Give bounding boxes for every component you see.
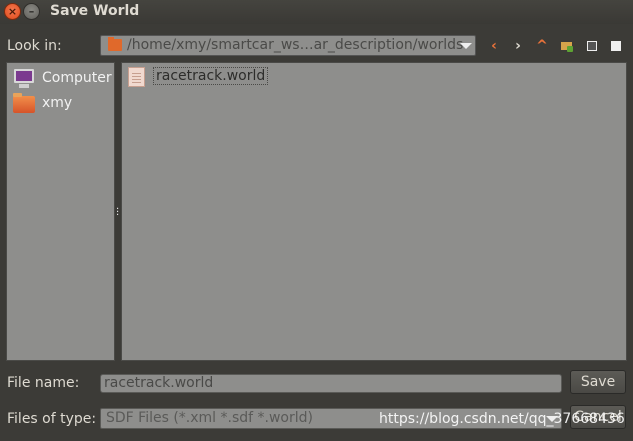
close-button[interactable]: × [4,3,21,20]
file-list[interactable]: racetrack.world [121,62,627,361]
places-sidebar: Computer xmy [6,62,115,361]
sidebar-item-label: xmy [42,95,73,111]
minimize-button[interactable]: – [23,3,40,20]
file-name-label: File name: [7,375,80,391]
look-in-path: /home/xmy/smartcar_ws…ar_description/wor… [127,37,464,53]
parent-directory-button[interactable]: ^ [533,37,551,55]
minimize-icon: – [28,5,35,18]
chevron-down-icon [460,43,472,49]
look-in-label: Look in: [7,38,62,54]
close-icon: × [7,5,18,18]
back-icon: ‹ [491,38,497,54]
splitter-handle[interactable]: · · · [116,205,119,221]
folder-icon [13,93,35,113]
folder-icon [108,37,122,51]
list-view-icon [587,41,597,51]
sidebar-item-computer[interactable]: Computer [11,67,112,89]
files-of-type-value: SDF Files (*.xml *.sdf *.world) [106,410,313,426]
computer-icon [14,69,34,88]
up-arrow-icon: ^ [536,38,548,54]
look-in-combo[interactable]: /home/xmy/smartcar_ws…ar_description/wor… [100,35,476,56]
new-folder-button[interactable] [558,37,576,55]
detail-view-button[interactable] [607,37,625,55]
forward-button[interactable]: › [509,37,527,55]
forward-icon: › [515,38,521,54]
sidebar-item-label: Computer [42,70,112,86]
save-button[interactable]: Save [570,370,626,394]
back-button[interactable]: ‹ [485,37,503,55]
title-bar: × – Save World [0,0,633,24]
list-view-button[interactable] [583,37,601,55]
file-name-text: racetrack.world [153,67,269,85]
watermark-text: https://blog.csdn.net/qq_37668436 [379,411,625,427]
window-title: Save World [50,3,140,19]
document-icon [128,67,145,87]
list-item[interactable]: racetrack.world [128,65,269,89]
files-of-type-label: Files of type: [7,411,97,427]
plus-badge-icon [567,46,573,52]
sidebar-item-xmy[interactable]: xmy [11,92,111,114]
detail-view-icon [611,41,621,51]
file-name-field[interactable]: racetrack.world [100,374,562,393]
